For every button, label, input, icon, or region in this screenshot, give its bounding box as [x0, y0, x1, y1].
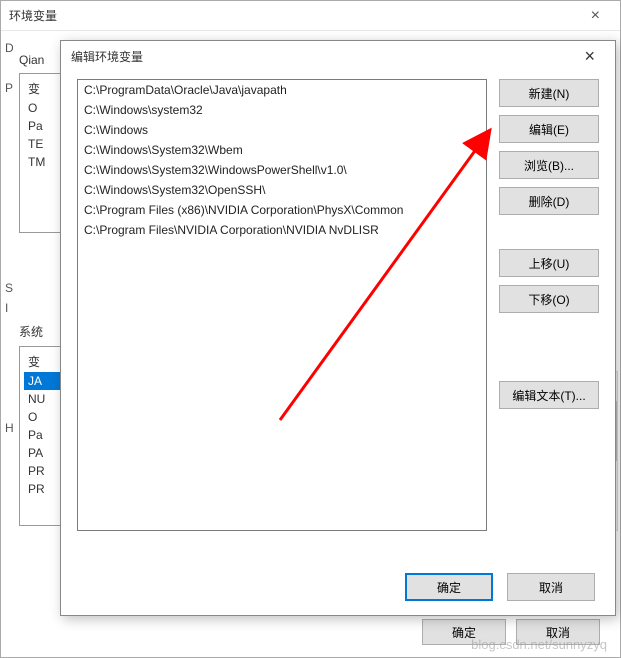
path-item[interactable]: C:\ProgramData\Oracle\Java\javapath [78, 80, 486, 100]
path-item[interactable]: C:\Windows [78, 120, 486, 140]
label-i: I [5, 301, 8, 315]
user-vars-label: Qian [19, 53, 44, 67]
label-s: S [5, 281, 13, 295]
path-list[interactable]: C:\ProgramData\Oracle\Java\javapath C:\W… [77, 79, 487, 531]
outer-ok-button[interactable]: 确定 [422, 619, 506, 645]
edit-text-button[interactable]: 编辑文本(T)... [499, 381, 599, 409]
delete-button[interactable]: 删除(D) [499, 187, 599, 215]
path-item[interactable]: C:\Windows\System32\WindowsPowerShell\v1… [78, 160, 486, 180]
label-h: H [5, 421, 14, 435]
outer-titlebar: 环境变量 × [1, 1, 620, 31]
inner-body: C:\ProgramData\Oracle\Java\javapath C:\W… [61, 71, 615, 531]
path-item[interactable]: C:\Windows\System32\OpenSSH\ [78, 180, 486, 200]
outer-close-button[interactable]: × [579, 3, 612, 29]
system-vars-label: 系统 [19, 323, 43, 340]
new-button[interactable]: 新建(N) [499, 79, 599, 107]
path-item[interactable]: C:\Program Files (x86)\NVIDIA Corporatio… [78, 200, 486, 220]
move-down-button[interactable]: 下移(O) [499, 285, 599, 313]
path-item[interactable]: C:\Windows\system32 [78, 100, 486, 120]
outer-button-row: 确定 取消 [422, 619, 600, 645]
edit-env-var-dialog: 编辑环境变量 × C:\ProgramData\Oracle\Java\java… [60, 40, 616, 616]
inner-footer: 确定 取消 [405, 573, 595, 601]
label-d: D [5, 41, 14, 55]
side-button-column: 新建(N) 编辑(E) 浏览(B)... 删除(D) 上移(U) 下移(O) 编… [499, 79, 599, 531]
browse-button[interactable]: 浏览(B)... [499, 151, 599, 179]
spacer [499, 321, 599, 373]
outer-title: 环境变量 [9, 7, 57, 24]
inner-ok-button[interactable]: 确定 [405, 573, 493, 601]
edit-button[interactable]: 编辑(E) [499, 115, 599, 143]
spacer [499, 223, 599, 241]
outer-cancel-button[interactable]: 取消 [516, 619, 600, 645]
inner-cancel-button[interactable]: 取消 [507, 573, 595, 601]
label-p: P [5, 81, 13, 95]
inner-title: 编辑环境变量 [71, 48, 143, 65]
path-item[interactable]: C:\Windows\System32\Wbem [78, 140, 486, 160]
path-item[interactable]: C:\Program Files\NVIDIA Corporation\NVID… [78, 220, 486, 240]
inner-close-button[interactable]: × [574, 44, 605, 69]
move-up-button[interactable]: 上移(U) [499, 249, 599, 277]
inner-titlebar: 编辑环境变量 × [61, 41, 615, 71]
